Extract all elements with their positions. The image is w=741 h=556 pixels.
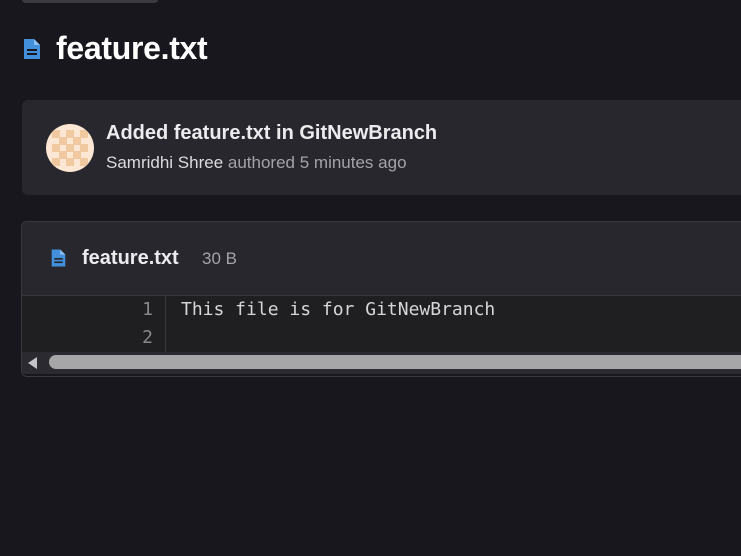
line-number-gutter: 1 2 (22, 296, 166, 352)
commit-meta: Samridhi Shree authored 5 minutes ago (106, 153, 407, 173)
file-size: 30 B (202, 249, 237, 268)
scrollbar-thumb[interactable] (49, 355, 741, 369)
commit-author-link[interactable]: Samridhi Shree (106, 153, 223, 172)
horizontal-scrollbar[interactable] (22, 352, 741, 374)
scroll-left-icon[interactable] (28, 357, 37, 369)
file-viewer: feature.txt 30 B 1 2 This file is for Gi… (21, 221, 741, 377)
commit-authored-time: authored 5 minutes ago (223, 153, 407, 172)
commit-title[interactable]: Added feature.txt in GitNewBranch (106, 122, 437, 145)
author-avatar[interactable] (46, 124, 94, 172)
top-tab-edge (22, 0, 158, 3)
commit-card: Added feature.txt in GitNewBranch Samrid… (22, 100, 741, 195)
file-header: feature.txt 30 B (22, 222, 741, 296)
code-area: 1 2 This file is for GitNewBranch (22, 296, 741, 352)
file-text-icon (50, 248, 67, 268)
page-title: feature.txt (56, 30, 208, 66)
code-line: This file is for GitNewBranch (181, 299, 496, 320)
line-number[interactable]: 1 (142, 296, 153, 324)
file-text-icon (22, 38, 42, 60)
file-name: feature.txt (82, 247, 179, 269)
page-header: feature.txt (22, 30, 208, 67)
line-number[interactable]: 2 (142, 324, 153, 352)
